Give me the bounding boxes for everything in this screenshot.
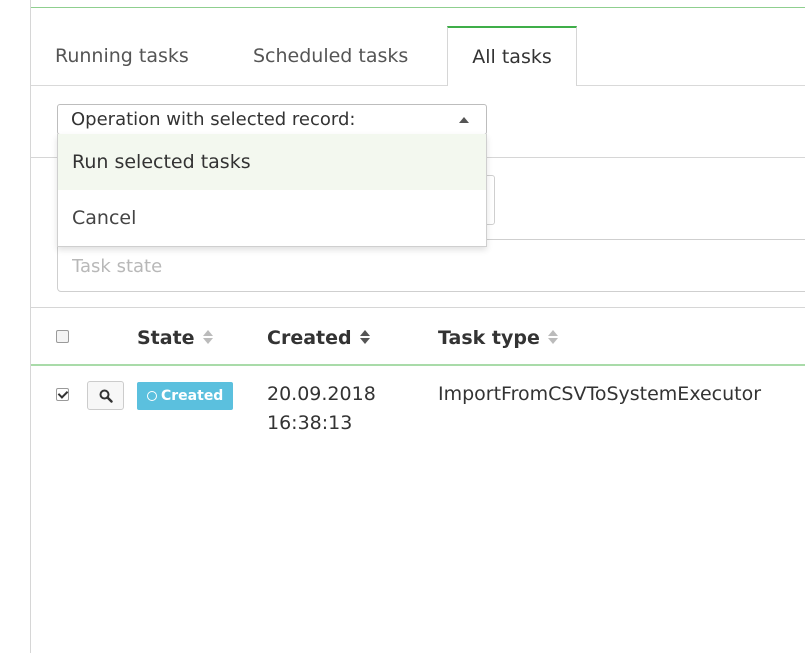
- column-header-state[interactable]: State: [137, 308, 213, 364]
- operation-select[interactable]: Operation with selected record:: [57, 104, 487, 135]
- column-header-created-label: Created: [267, 327, 352, 349]
- task-type-cell: ImportFromCSVToSystemExecutor: [438, 383, 762, 405]
- column-header-state-label: State: [137, 327, 195, 349]
- column-header-task-type-label: Task type: [438, 327, 540, 349]
- task-state-input[interactable]: [70, 250, 674, 282]
- search-icon: [99, 389, 113, 403]
- column-header-created[interactable]: Created: [267, 308, 370, 364]
- created-time: 16:38:13: [267, 412, 353, 434]
- tab-all-tasks[interactable]: All tasks: [447, 26, 577, 86]
- tab-bar: Running tasks Scheduled tasks All tasks: [31, 26, 805, 86]
- sort-icon: [359, 329, 370, 345]
- top-divider: [31, 7, 805, 8]
- tasks-panel: Running tasks Scheduled tasks All tasks …: [30, 0, 805, 653]
- operation-select-value: Operation with selected record:: [71, 109, 356, 130]
- checkmark-icon: [57, 388, 69, 399]
- tab-scheduled-tasks[interactable]: Scheduled tasks: [253, 26, 408, 86]
- circle-outline-icon: [147, 391, 157, 401]
- sort-icon: [547, 329, 558, 345]
- column-header-task-type[interactable]: Task type: [438, 308, 558, 364]
- table-header: State Created Task type: [31, 308, 805, 366]
- row-checkbox[interactable]: [56, 388, 69, 401]
- status-badge-label: Created: [161, 388, 224, 404]
- select-all-checkbox[interactable]: [56, 330, 69, 343]
- view-record-button[interactable]: [87, 381, 124, 410]
- created-date: 20.09.2018: [267, 383, 376, 405]
- tab-running-tasks[interactable]: Running tasks: [55, 26, 189, 86]
- menu-item-cancel[interactable]: Cancel: [58, 190, 486, 246]
- sort-icon: [202, 329, 213, 345]
- caret-up-icon: [459, 117, 469, 123]
- operation-dropdown-menu: Run selected tasks Cancel: [57, 134, 487, 247]
- table-row: Created 20.09.2018 16:38:13 ImportFromCS…: [31, 366, 805, 446]
- status-badge: Created: [137, 382, 234, 410]
- created-cell: 20.09.2018 16:38:13: [267, 380, 376, 438]
- menu-item-run-selected-tasks[interactable]: Run selected tasks: [58, 134, 486, 190]
